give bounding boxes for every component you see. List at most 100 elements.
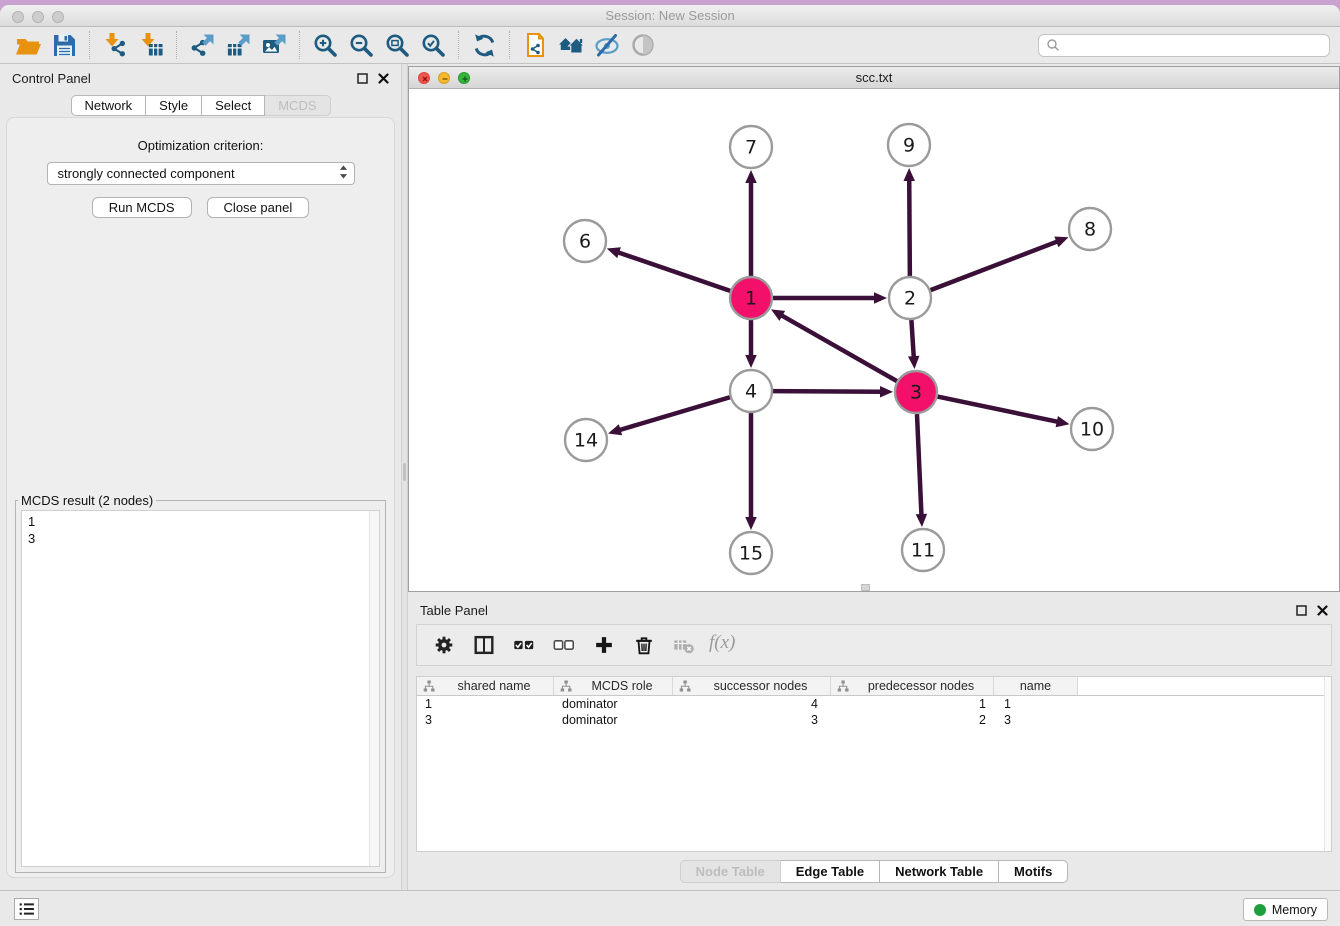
mcds-result-textarea[interactable]: 13 bbox=[21, 510, 380, 867]
run-mcds-button[interactable]: Run MCDS bbox=[92, 197, 192, 218]
graph-edge-4-3[interactable] bbox=[773, 386, 893, 397]
graph-node-11[interactable]: 11 bbox=[902, 529, 944, 571]
select-all-button[interactable] bbox=[507, 628, 541, 662]
zoom-in-button[interactable] bbox=[307, 29, 343, 61]
cell-shared-name[interactable]: 3 bbox=[417, 712, 554, 728]
graph-node-15[interactable]: 15 bbox=[730, 532, 772, 574]
table-tab-network-table[interactable]: Network Table bbox=[880, 860, 999, 883]
graph-node-3[interactable]: 3 bbox=[895, 371, 937, 413]
cell-name[interactable]: 1 bbox=[994, 696, 1078, 712]
graph-edge-2-3[interactable] bbox=[908, 320, 919, 369]
export-image-button[interactable] bbox=[256, 29, 292, 61]
graph-edge-4-14[interactable] bbox=[608, 397, 730, 435]
criterion-select[interactable]: strongly connected component bbox=[47, 162, 355, 185]
cell-mcds-role[interactable]: dominator bbox=[554, 696, 673, 712]
save-button[interactable] bbox=[46, 29, 82, 61]
cell-predecessor-nodes[interactable]: 1 bbox=[831, 696, 994, 712]
table-scrollbar[interactable] bbox=[1324, 677, 1331, 851]
table-tab-motifs[interactable]: Motifs bbox=[999, 860, 1068, 883]
close-window-button[interactable] bbox=[12, 11, 24, 23]
zoom-window-button[interactable] bbox=[52, 11, 64, 23]
float-table-panel-icon[interactable] bbox=[1296, 605, 1307, 616]
tab-select[interactable]: Select bbox=[202, 95, 265, 116]
cell-successor-nodes[interactable]: 3 bbox=[673, 712, 831, 728]
graph-edge-2-9[interactable] bbox=[903, 168, 914, 276]
column-header-successor-nodes[interactable]: successor nodes bbox=[673, 677, 831, 695]
graph-edge-2-8[interactable] bbox=[931, 237, 1069, 291]
export-network-button[interactable] bbox=[184, 29, 220, 61]
add-icon bbox=[592, 633, 616, 657]
cell-predecessor-nodes[interactable]: 2 bbox=[831, 712, 994, 728]
task-history-button[interactable] bbox=[14, 898, 39, 920]
graph-node-1[interactable]: 1 bbox=[730, 277, 772, 319]
column-header-name[interactable]: name bbox=[994, 677, 1078, 695]
cell-mcds-role[interactable]: dominator bbox=[554, 712, 673, 728]
search-input[interactable] bbox=[1065, 38, 1322, 52]
window-controls bbox=[12, 11, 64, 23]
tab-style[interactable]: Style bbox=[146, 95, 202, 116]
deselect-all-button[interactable] bbox=[547, 628, 581, 662]
toolbar-separator bbox=[458, 31, 459, 59]
cell-name[interactable]: 3 bbox=[994, 712, 1078, 728]
add-button[interactable] bbox=[587, 628, 621, 662]
zoom-selected-button[interactable] bbox=[415, 29, 451, 61]
graph-node-9[interactable]: 9 bbox=[888, 124, 930, 166]
gear-button[interactable] bbox=[427, 628, 461, 662]
network-zoom-button[interactable] bbox=[458, 72, 470, 84]
search-box[interactable] bbox=[1038, 34, 1330, 57]
columns-button[interactable] bbox=[467, 628, 501, 662]
graph-edge-1-6[interactable] bbox=[607, 247, 730, 291]
network-close-button[interactable] bbox=[418, 72, 430, 84]
graph-edge-4-15[interactable] bbox=[745, 413, 757, 530]
home-button[interactable] bbox=[553, 29, 589, 61]
zoom-fit-button[interactable] bbox=[379, 29, 415, 61]
graph-edge-1-2[interactable] bbox=[773, 292, 887, 304]
table-row[interactable]: 3dominator323 bbox=[417, 712, 1331, 728]
graph-edge-3-10[interactable] bbox=[938, 397, 1070, 428]
close-panel-button[interactable]: Close panel bbox=[207, 197, 310, 218]
graph-edge-1-4[interactable] bbox=[745, 320, 757, 368]
graph-node-2[interactable]: 2 bbox=[889, 277, 931, 319]
eye-slash-button[interactable] bbox=[589, 29, 625, 61]
result-scrollbar[interactable] bbox=[369, 511, 379, 866]
table-tab-edge-table[interactable]: Edge Table bbox=[781, 860, 880, 883]
network-canvas[interactable]: 7 9 6 8 1 2 4 3 14 10 15 11 bbox=[409, 89, 1339, 591]
delete-button[interactable] bbox=[627, 628, 661, 662]
graph-node-8[interactable]: 8 bbox=[1069, 208, 1111, 250]
table-row[interactable]: 1dominator411 bbox=[417, 696, 1331, 712]
close-panel-icon[interactable] bbox=[378, 73, 389, 84]
zoom-out-button[interactable] bbox=[343, 29, 379, 61]
graph-node-10[interactable]: 10 bbox=[1071, 408, 1113, 450]
export-table-button[interactable] bbox=[220, 29, 256, 61]
cell-successor-nodes[interactable]: 4 bbox=[673, 696, 831, 712]
open-folder-button[interactable] bbox=[10, 29, 46, 61]
refresh-button[interactable] bbox=[466, 29, 502, 61]
mcds-result-title: MCDS result (2 nodes) bbox=[18, 493, 156, 508]
network-file-button[interactable] bbox=[517, 29, 553, 61]
graph-node-6[interactable]: 6 bbox=[564, 220, 606, 262]
graph-edge-3-1[interactable] bbox=[771, 309, 897, 381]
graph-edge-1-7[interactable] bbox=[745, 170, 757, 276]
minimize-window-button[interactable] bbox=[32, 11, 44, 23]
panel-splitter[interactable] bbox=[401, 64, 408, 890]
memory-button[interactable]: Memory bbox=[1243, 898, 1328, 921]
canvas-resize-handle[interactable] bbox=[861, 584, 870, 591]
column-header-shared-name[interactable]: shared name bbox=[417, 677, 554, 695]
column-header-mcds-role[interactable]: MCDS role bbox=[554, 677, 673, 695]
column-header-predecessor-nodes[interactable]: predecessor nodes bbox=[831, 677, 994, 695]
graph-node-7[interactable]: 7 bbox=[730, 126, 772, 168]
import-table-button[interactable] bbox=[133, 29, 169, 61]
tab-network[interactable]: Network bbox=[70, 95, 146, 116]
table-tab-node-table[interactable]: Node Table bbox=[680, 860, 781, 883]
close-table-panel-icon[interactable] bbox=[1317, 605, 1328, 616]
table-panel-title: Table Panel bbox=[420, 603, 488, 618]
graph-node-14[interactable]: 14 bbox=[565, 419, 607, 461]
graph-edge-3-11[interactable] bbox=[916, 414, 927, 527]
splitter-grip[interactable] bbox=[403, 463, 406, 481]
import-network-button[interactable] bbox=[97, 29, 133, 61]
graph-node-4[interactable]: 4 bbox=[730, 370, 772, 412]
cell-shared-name[interactable]: 1 bbox=[417, 696, 554, 712]
float-panel-icon[interactable] bbox=[357, 73, 368, 84]
tab-mcds[interactable]: MCDS bbox=[265, 95, 330, 116]
network-minimize-button[interactable] bbox=[438, 72, 450, 84]
